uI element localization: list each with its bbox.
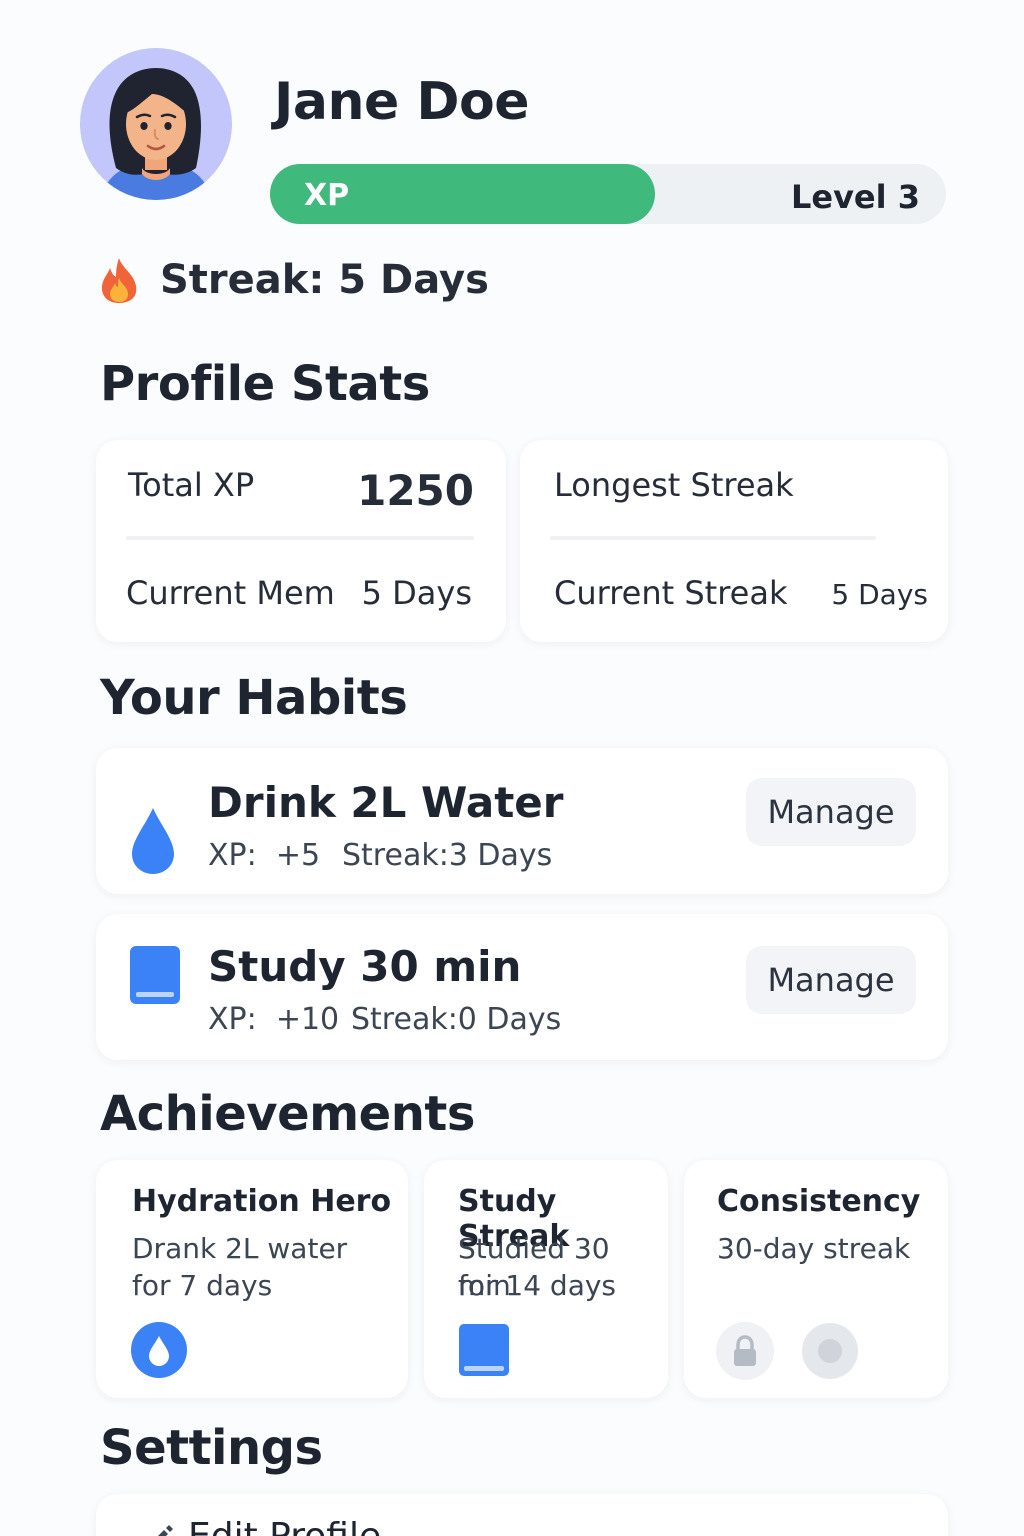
habit-streak: Streak:3 Days <box>342 838 553 873</box>
settings-item-edit-profile[interactable]: Edit Profile <box>142 1516 381 1536</box>
profile-page: Jane Doe XP Level 3 Streak: 5 Days Profi… <box>0 0 1024 1536</box>
settings-title: Settings <box>100 1420 323 1476</box>
avatar-illustration <box>102 68 210 200</box>
longest-streak-label: Longest Streak <box>554 466 794 504</box>
achievement-title: Hydration Hero <box>132 1184 392 1219</box>
settings-item-label: Edit Profile <box>188 1516 381 1536</box>
total-xp-label: Total XP <box>128 466 255 504</box>
lock-icon <box>734 1335 756 1366</box>
achievement-card[interactable]: Hydration Hero Drank 2L water for 7 days <box>96 1160 408 1398</box>
level-label: Level 3 <box>790 178 920 216</box>
streak-text: Streak: 5 Days <box>160 257 489 303</box>
habit-card: Drink 2L Water XP: +5 Streak:3 Days Mana… <box>96 748 948 894</box>
achievement-desc-line2: for 7 days <box>132 1269 273 1302</box>
flame-icon <box>101 258 137 303</box>
achievement-card[interactable]: Study Streak Studied 30 min for 14 days <box>424 1160 668 1398</box>
pencil-icon <box>157 1524 173 1536</box>
habit-card: Study 30 min XP: +10 Streak:0 Days Manag… <box>96 914 948 1060</box>
achievements-title: Achievements <box>100 1086 475 1142</box>
avatar[interactable] <box>80 48 232 200</box>
stats-card-right: Longest Streak Current Streak 5 Days <box>520 440 948 642</box>
habit-xp: XP: +10 <box>208 1002 340 1037</box>
achievement-title: Consistency <box>717 1184 921 1219</box>
your-habits-title: Your Habits <box>100 670 408 726</box>
water-drop-badge-icon <box>131 1322 187 1378</box>
profile-stats-title: Profile Stats <box>100 356 430 412</box>
manage-habit-button[interactable]: Manage <box>746 778 916 846</box>
habit-streak: Streak:0 Days <box>351 1002 562 1037</box>
placeholder-badge-icon <box>802 1323 858 1379</box>
achievement-desc-line2: for 14 days <box>458 1269 617 1302</box>
locked-badge <box>716 1322 774 1380</box>
habit-name: Drink 2L Water <box>208 778 564 827</box>
habit-name: Study 30 min <box>208 942 522 991</box>
achievement-desc-line1: 30-day streak <box>717 1232 911 1265</box>
manage-habit-button[interactable]: Manage <box>746 946 916 1014</box>
current-streak-label: Current Streak <box>554 574 788 612</box>
book-icon <box>130 946 180 1004</box>
current-streak-label-left: Current Mem <box>126 574 335 612</box>
stats-divider <box>126 536 474 540</box>
achievement-card[interactable]: Consistency 30-day streak <box>684 1160 948 1398</box>
water-drop-icon <box>132 808 174 874</box>
achievement-desc-line1: Drank 2L water <box>132 1232 348 1265</box>
total-xp-value: 1250 <box>357 466 474 515</box>
stats-card-left: Total XP 1250 Current Mem 5 Days <box>96 440 506 642</box>
stats-divider <box>550 536 876 540</box>
xp-progress-bar: XP Level 3 <box>270 164 946 224</box>
streak-summary: Streak: 5 Days <box>98 256 489 304</box>
book-icon <box>459 1324 509 1376</box>
xp-label: XP <box>304 178 350 213</box>
user-name: Jane Doe <box>274 72 529 132</box>
current-streak-value-left: 5 Days <box>361 574 472 612</box>
habit-xp: XP: +5 <box>208 838 321 873</box>
current-streak-value: 5 Days <box>831 578 928 611</box>
